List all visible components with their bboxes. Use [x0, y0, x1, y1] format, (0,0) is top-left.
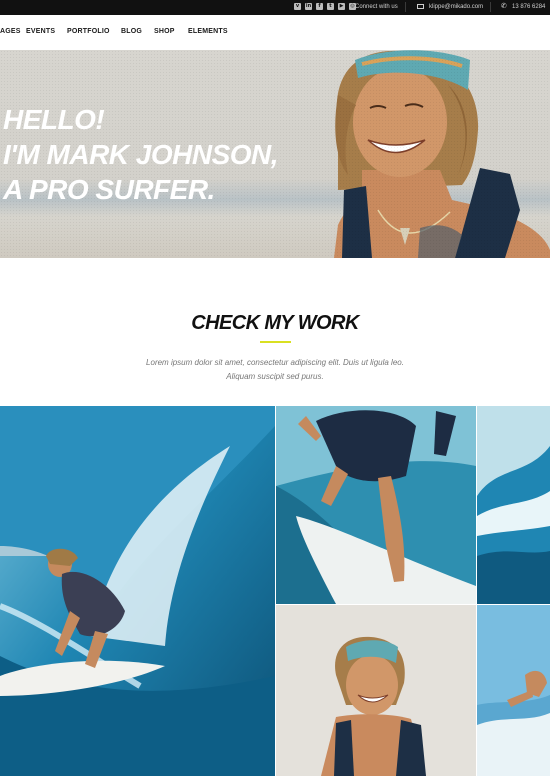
- barrel-wave-photo: [477, 406, 550, 604]
- phone-number[interactable]: 13 876 6284: [512, 3, 545, 11]
- hero-line: I'M MARK JOHNSON,: [3, 139, 279, 170]
- nav-item-pages[interactable]: AGES: [0, 28, 21, 35]
- mail-icon: [417, 4, 424, 9]
- title-underline: [260, 341, 291, 343]
- portfolio-item-jump[interactable]: [477, 605, 550, 776]
- main-nav: AGES EVENTS PORTFOLIO BLOG SHOP ELEMENTS: [0, 15, 550, 50]
- divider: [405, 2, 406, 12]
- description-line: Aliquam suscipit sed purus.: [226, 372, 324, 381]
- portfolio-item-barrel[interactable]: [477, 406, 550, 604]
- surfer-portrait-photo: [276, 605, 476, 776]
- surfer-ride-photo: [276, 406, 476, 604]
- section-title: CHECK MY WORK: [191, 312, 359, 334]
- facebook-icon[interactable]: f: [316, 3, 323, 10]
- connect-label: Connect with us: [355, 4, 398, 10]
- social-links: v in f t ▶ ◎: [294, 3, 356, 10]
- nav-item-blog[interactable]: BLOG: [121, 28, 142, 35]
- nav-item-events[interactable]: EVENTS: [26, 28, 55, 35]
- portfolio-item-wave[interactable]: [0, 406, 275, 776]
- wave-surfer-photo: [0, 406, 275, 776]
- hero-line: A PRO SURFER.: [3, 174, 215, 205]
- email-link[interactable]: klippe@mikado.com: [429, 3, 483, 11]
- description-line: Lorem ipsum dolor sit amet, consectetur …: [146, 358, 404, 367]
- linkedin-icon[interactable]: in: [305, 3, 312, 10]
- portfolio-item-portrait[interactable]: [276, 605, 476, 776]
- phone-icon: ✆: [501, 3, 507, 10]
- youtube-icon[interactable]: ▶: [338, 3, 345, 10]
- nav-item-shop[interactable]: SHOP: [154, 28, 175, 35]
- twitter-icon[interactable]: t: [327, 3, 334, 10]
- top-bar: v in f t ▶ ◎ Connect with us klippe@mika…: [0, 0, 550, 15]
- divider: [490, 2, 491, 12]
- vimeo-icon[interactable]: v: [294, 3, 301, 10]
- surfer-jump-photo: [477, 605, 550, 776]
- portfolio-item-ride[interactable]: [276, 406, 476, 604]
- hero-line: HELLO!: [3, 104, 105, 135]
- hero-banner: HELLO! I'M MARK JOHNSON, A PRO SURFER.: [0, 50, 550, 258]
- nav-item-portfolio[interactable]: PORTFOLIO: [67, 28, 110, 35]
- nav-item-elements[interactable]: ELEMENTS: [188, 28, 228, 35]
- section-description: Lorem ipsum dolor sit amet, consectetur …: [0, 356, 550, 384]
- hero-heading: HELLO! I'M MARK JOHNSON, A PRO SURFER.: [3, 102, 279, 207]
